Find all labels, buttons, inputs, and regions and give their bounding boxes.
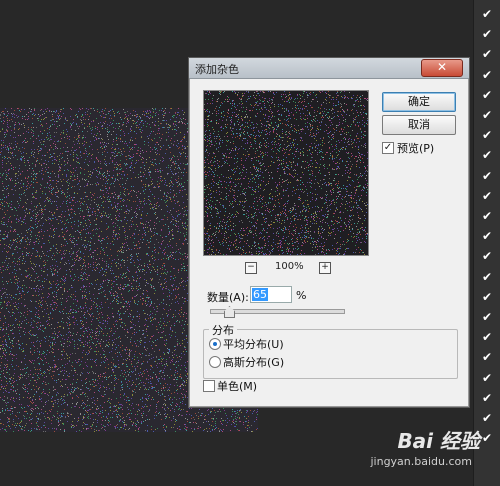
uniform-label: 平均分布(U) bbox=[223, 338, 284, 351]
close-button[interactable]: ✕ bbox=[421, 59, 463, 77]
visibility-check-icon[interactable]: ✔ bbox=[478, 188, 496, 205]
preview-checkbox[interactable]: ✓ bbox=[382, 142, 394, 154]
visibility-check-icon[interactable]: ✔ bbox=[478, 228, 496, 245]
dialog-title: 添加杂色 bbox=[195, 63, 239, 76]
visibility-check-icon[interactable]: ✔ bbox=[478, 289, 496, 306]
zoom-out-button[interactable]: − bbox=[245, 262, 257, 274]
zoom-in-button[interactable]: + bbox=[319, 262, 331, 274]
gaussian-radio[interactable] bbox=[209, 356, 221, 368]
mono-label: 单色(M) bbox=[217, 380, 258, 393]
visibility-check-icon[interactable]: ✔ bbox=[478, 208, 496, 225]
gaussian-label: 高斯分布(G) bbox=[223, 356, 285, 369]
visibility-check-icon[interactable]: ✔ bbox=[478, 269, 496, 286]
preview-noise bbox=[204, 91, 368, 255]
visibility-check-icon[interactable]: ✔ bbox=[478, 390, 496, 407]
baidu-watermark: Bai 经验 bbox=[397, 429, 480, 453]
ok-button[interactable]: 确定 bbox=[382, 92, 456, 112]
visibility-check-icon[interactable]: ✔ bbox=[478, 67, 496, 84]
visibility-check-icon[interactable]: ✔ bbox=[478, 410, 496, 427]
amount-slider-thumb[interactable] bbox=[224, 306, 235, 318]
visibility-check-icon[interactable]: ✔ bbox=[478, 147, 496, 164]
amount-unit: % bbox=[296, 289, 307, 302]
baidu-url: jingyan.baidu.com bbox=[370, 455, 472, 468]
actions-panel: ✔ ✔ ✔ ✔ ✔ ✔ ✔ ✔ ✔ ✔ ✔ ✔ ✔ ✔ ✔ ✔ ✔ ✔ ✔ ✔ ✔ ✔ bbox=[473, 0, 500, 486]
uniform-radio[interactable] bbox=[209, 338, 221, 350]
cancel-button[interactable]: 取消 bbox=[382, 115, 456, 135]
visibility-check-icon[interactable]: ✔ bbox=[478, 46, 496, 63]
visibility-check-icon[interactable]: ✔ bbox=[478, 107, 496, 124]
visibility-check-icon[interactable]: ✔ bbox=[478, 6, 496, 23]
zoom-level: 100% bbox=[275, 261, 304, 272]
visibility-check-icon[interactable]: ✔ bbox=[478, 349, 496, 366]
visibility-check-icon[interactable]: ✔ bbox=[478, 248, 496, 265]
mono-checkbox[interactable] bbox=[203, 380, 215, 392]
preview-label: 预览(P) bbox=[397, 142, 435, 155]
amount-input[interactable]: 65 bbox=[250, 286, 292, 303]
visibility-check-icon[interactable]: ✔ bbox=[478, 127, 496, 144]
visibility-check-icon[interactable]: ✔ bbox=[478, 168, 496, 185]
visibility-check-icon[interactable]: ✔ bbox=[478, 309, 496, 326]
visibility-check-icon[interactable]: ✔ bbox=[478, 329, 496, 346]
dialog-titlebar[interactable]: 添加杂色 ✕ bbox=[189, 58, 469, 79]
visibility-check-icon[interactable]: ✔ bbox=[478, 370, 496, 387]
zoom-controls: − 100% + bbox=[203, 261, 369, 275]
preview-pane[interactable] bbox=[203, 90, 369, 256]
visibility-check-icon[interactable]: ✔ bbox=[478, 26, 496, 43]
visibility-check-icon[interactable]: ✔ bbox=[478, 87, 496, 104]
amount-label: 数量(A): bbox=[207, 291, 249, 304]
amount-value: 65 bbox=[252, 288, 268, 301]
add-noise-dialog: 添加杂色 ✕ − 100% + 确定 取消 ✓ 预览(P) 数量(A): 65 … bbox=[188, 57, 470, 408]
visibility-check-icon[interactable]: ✔ bbox=[478, 430, 496, 447]
